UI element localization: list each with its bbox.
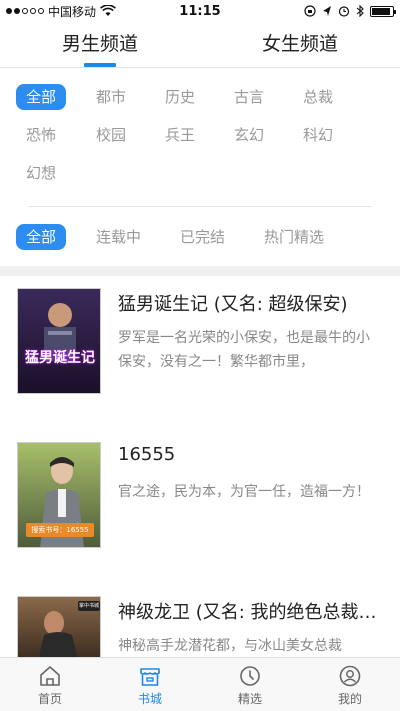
book-item[interactable]: 搜索书号：16555 16555 官之途，民为本，为官一任，造福一方！: [0, 442, 400, 552]
status-chip-all[interactable]: 全部: [16, 224, 67, 250]
nav-profile[interactable]: 我的: [300, 658, 400, 711]
category-chip-history[interactable]: 历史: [155, 84, 205, 110]
profile-icon: [339, 665, 361, 687]
bluetooth-icon: [356, 5, 364, 17]
category-chip-campus[interactable]: 校园: [86, 122, 136, 148]
cover-title-text: 猛男诞生记: [25, 350, 95, 366]
section-gap: [0, 266, 400, 276]
nav-label: 我的: [337, 692, 362, 706]
tab-female-channel[interactable]: 女生频道: [200, 22, 400, 67]
book-title: 神级龙卫 (又名: 我的绝色总裁未婚妻): [118, 602, 380, 623]
rotation-lock-icon: [304, 5, 316, 17]
category-chip-urban[interactable]: 都市: [86, 84, 136, 110]
book-item[interactable]: 猛男诞生记 猛男诞生记 (又名: 超级保安) 罗军是一名光荣的小保安，也是最牛的…: [0, 288, 400, 398]
channel-tabs: 男生频道 女生频道: [0, 22, 400, 68]
status-chip-completed[interactable]: 已完结: [170, 224, 235, 250]
nav-bookstore[interactable]: 书城: [100, 658, 200, 711]
book-title: 猛男诞生记 (又名: 超级保安): [118, 294, 348, 315]
nav-home[interactable]: 首页: [0, 658, 100, 711]
category-chip-all[interactable]: 全部: [16, 84, 67, 110]
category-chip-ceo[interactable]: 总裁: [293, 84, 343, 110]
home-icon: [40, 666, 60, 686]
location-icon: [323, 6, 331, 16]
category-chip-scifi[interactable]: 科幻: [293, 122, 343, 148]
book-cover[interactable]: 搜索书号：16555: [17, 442, 101, 548]
category-chip-soldier-king[interactable]: 兵王: [155, 122, 205, 148]
tab-label: 男生频道: [61, 33, 138, 55]
category-chip-fantasy[interactable]: 玄幻: [224, 122, 274, 148]
category-chip-ancient-romance[interactable]: 古言: [224, 84, 274, 110]
nav-label: 书城: [137, 692, 162, 706]
nav-label: 精选: [237, 692, 262, 706]
nav-label: 首页: [37, 692, 62, 706]
cover-publisher-text: 掌中书城: [78, 603, 99, 609]
book-cover[interactable]: 掌中书城: [17, 596, 101, 660]
status-chip-hot-picks[interactable]: 热门精选: [254, 224, 334, 250]
alarm-icon: [338, 6, 350, 17]
book-title: 16555: [118, 444, 176, 465]
active-tab-indicator: [84, 63, 116, 67]
tab-label: 女生频道: [261, 33, 338, 55]
status-chip-serializing[interactable]: 连载中: [86, 224, 151, 250]
filter-divider: [28, 206, 372, 207]
book-desc: 罗军是一名光荣的小保安，也是最牛的小保安，没有之一！繁华都市里，: [118, 330, 370, 370]
status-filter-row: 全部 连载中 已完结 热门精选: [0, 224, 400, 254]
battery-icon: [370, 5, 396, 17]
category-chip-imagination[interactable]: 幻想: [16, 160, 66, 186]
status-bar: 中国移动 11:15: [0, 0, 400, 22]
book-cover[interactable]: 猛男诞生记: [17, 288, 101, 394]
cover-search-code-text: 搜索书号：16555: [31, 526, 89, 534]
clock-icon: [240, 666, 260, 686]
bottom-nav: 首页 书城 精选 我的: [0, 657, 400, 711]
nav-featured[interactable]: 精选: [200, 658, 300, 711]
category-chip-horror[interactable]: 恐怖: [16, 122, 66, 148]
bookstore-icon: [140, 668, 160, 686]
book-desc: 官之途，民为本，为官一任，造福一方！: [118, 484, 370, 500]
tab-male-channel[interactable]: 男生频道: [0, 22, 200, 67]
